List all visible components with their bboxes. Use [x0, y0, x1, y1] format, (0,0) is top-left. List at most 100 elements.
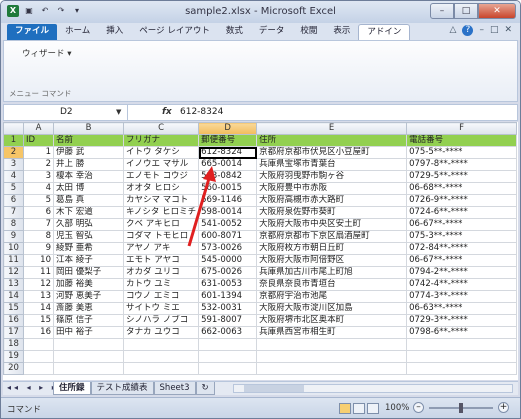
row-header[interactable]: 15	[3, 302, 24, 315]
row-header[interactable]: 1	[3, 134, 24, 147]
empty-cell[interactable]	[53, 350, 124, 363]
table-cell[interactable]: 斎藤 美恵	[53, 302, 124, 315]
table-cell[interactable]: 江本 綾子	[53, 254, 124, 267]
table-cell[interactable]: 075-3**-****	[406, 230, 518, 243]
table-cell[interactable]: 15	[23, 314, 54, 327]
table-cell[interactable]: 0798-6**-****	[406, 326, 518, 339]
row-header[interactable]: 19	[3, 350, 24, 363]
scrollbar-thumb[interactable]	[244, 385, 304, 392]
empty-cell[interactable]	[256, 338, 408, 351]
table-cell[interactable]: 600-8071	[198, 230, 258, 243]
empty-cell[interactable]	[23, 350, 54, 363]
table-cell[interactable]: 5	[23, 194, 54, 207]
table-cell[interactable]: 大阪府堺市北区奥本町	[256, 314, 408, 327]
empty-cell[interactable]	[53, 362, 124, 375]
row-header[interactable]: 13	[3, 278, 24, 291]
table-cell[interactable]: 560-0015	[198, 182, 258, 195]
table-cell[interactable]: シノハラ ノブコ	[122, 314, 200, 327]
empty-cell[interactable]	[122, 350, 200, 363]
table-cell[interactable]: イノウエ マサル	[122, 158, 200, 171]
table-cell[interactable]: タナカ ユウコ	[122, 326, 200, 339]
name-box[interactable]: D2	[4, 105, 128, 120]
sheet-tab-test-scores[interactable]: テスト成績表	[90, 382, 154, 395]
empty-cell[interactable]	[198, 362, 258, 375]
table-cell[interactable]: 京都府京都市伏見区小豆屋町	[256, 146, 408, 159]
table-cell[interactable]: イトウ タケシ	[122, 146, 200, 159]
column-header-selected[interactable]: D	[198, 122, 258, 135]
tab-file[interactable]: ファイル	[7, 24, 58, 40]
table-cell[interactable]: 京都府京都市下京区扇酒屋町	[256, 230, 408, 243]
table-cell[interactable]: サイトウ ミエ	[122, 302, 200, 315]
workbook-minimize-icon[interactable]: –	[479, 25, 484, 36]
table-cell[interactable]: 16	[23, 326, 54, 339]
table-cell[interactable]: 大阪府泉佐野市葵町	[256, 206, 408, 219]
table-cell[interactable]: 大阪府大阪市阿倍野区	[256, 254, 408, 267]
row-header[interactable]: 4	[3, 170, 24, 183]
table-cell[interactable]: 591-8007	[198, 314, 258, 327]
tab-formulas[interactable]: 数式	[218, 24, 251, 40]
table-cell[interactable]: カトウ ユミ	[122, 278, 200, 291]
close-button[interactable]: ✕	[478, 3, 516, 19]
column-header[interactable]: A	[23, 122, 54, 135]
table-cell[interactable]: 601-1394	[198, 290, 258, 303]
table-cell[interactable]: 545-0000	[198, 254, 258, 267]
table-cell[interactable]: 大阪府高槻市赤大路町	[256, 194, 408, 207]
table-cell[interactable]: 大阪府豊中市赤阪	[256, 182, 408, 195]
table-cell[interactable]: 0742-4**-****	[406, 278, 518, 291]
empty-cell[interactable]	[256, 350, 408, 363]
table-cell[interactable]: 大阪府大阪市中央区安土町	[256, 218, 408, 231]
spreadsheet-table[interactable]: A B C D E F 1 ID 名前 フリガナ 郵便番号 住所 電話番号 2 1 伊藤 武イトウ…	[3, 122, 518, 375]
column-title-cell[interactable]: 電話番号	[406, 134, 518, 147]
table-cell[interactable]: 加藤 裕美	[53, 278, 124, 291]
table-cell[interactable]: 9	[23, 242, 54, 255]
table-cell[interactable]: オオタ ヒロシ	[122, 182, 200, 195]
sheet-tab-address[interactable]: 住所録	[53, 382, 91, 395]
table-cell[interactable]: コダマ トモヒロ	[122, 230, 200, 243]
row-header[interactable]: 20	[3, 362, 24, 375]
page-layout-view-icon[interactable]	[353, 403, 365, 414]
table-cell[interactable]: 06-67**-****	[406, 254, 518, 267]
insert-sheet-icon[interactable]: ↻	[195, 382, 215, 395]
empty-cell[interactable]	[198, 350, 258, 363]
table-cell[interactable]: 583-0842	[198, 170, 258, 183]
row-header[interactable]: 10	[3, 242, 24, 255]
empty-cell[interactable]	[122, 362, 200, 375]
table-cell[interactable]: 京都府宇治市池尾	[256, 290, 408, 303]
workbook-close-icon[interactable]: ✕	[504, 25, 512, 36]
empty-cell[interactable]	[122, 338, 200, 351]
table-cell[interactable]: 木下 宏道	[53, 206, 124, 219]
page-break-view-icon[interactable]	[367, 403, 379, 414]
table-cell[interactable]: 奈良県奈良市青垣台	[256, 278, 408, 291]
column-header[interactable]: C	[122, 122, 200, 135]
tab-home[interactable]: ホーム	[57, 24, 98, 40]
table-cell[interactable]: キノシタ ヒロミチ	[122, 206, 200, 219]
table-cell[interactable]: エノモト コウジ	[122, 170, 200, 183]
column-title-cell[interactable]: 郵便番号	[198, 134, 258, 147]
table-cell[interactable]: 河野 恵美子	[53, 290, 124, 303]
table-cell[interactable]: 児玉 智弘	[53, 230, 124, 243]
row-header[interactable]: 6	[3, 194, 24, 207]
row-header[interactable]: 16	[3, 314, 24, 327]
empty-cell[interactable]	[23, 362, 54, 375]
table-cell[interactable]: 1	[23, 146, 54, 159]
column-title-cell[interactable]: フリガナ	[122, 134, 200, 147]
table-cell[interactable]: 大阪府大阪市淀川区加島	[256, 302, 408, 315]
table-cell[interactable]: クベ アキヒロ	[122, 218, 200, 231]
empty-cell[interactable]	[406, 362, 518, 375]
empty-cell[interactable]	[256, 362, 408, 375]
row-header[interactable]: 7	[3, 206, 24, 219]
table-cell[interactable]: 井上 勝	[53, 158, 124, 171]
active-cell[interactable]: 612-8324	[198, 146, 258, 159]
table-cell[interactable]: 2	[23, 158, 54, 171]
empty-cell[interactable]	[198, 338, 258, 351]
select-all-corner[interactable]	[3, 122, 24, 135]
table-cell[interactable]: 0774-3**-****	[406, 290, 518, 303]
table-cell[interactable]: 榎本 幸治	[53, 170, 124, 183]
table-cell[interactable]: 10	[23, 254, 54, 267]
row-header[interactable]: 14	[3, 290, 24, 303]
table-cell[interactable]: 675-0026	[198, 266, 258, 279]
table-cell[interactable]: 伊藤 武	[53, 146, 124, 159]
workbook-restore-icon[interactable]: □	[490, 25, 499, 36]
table-cell[interactable]: 569-1146	[198, 194, 258, 207]
table-cell[interactable]: 兵庫県加古川市尾上町旭	[256, 266, 408, 279]
